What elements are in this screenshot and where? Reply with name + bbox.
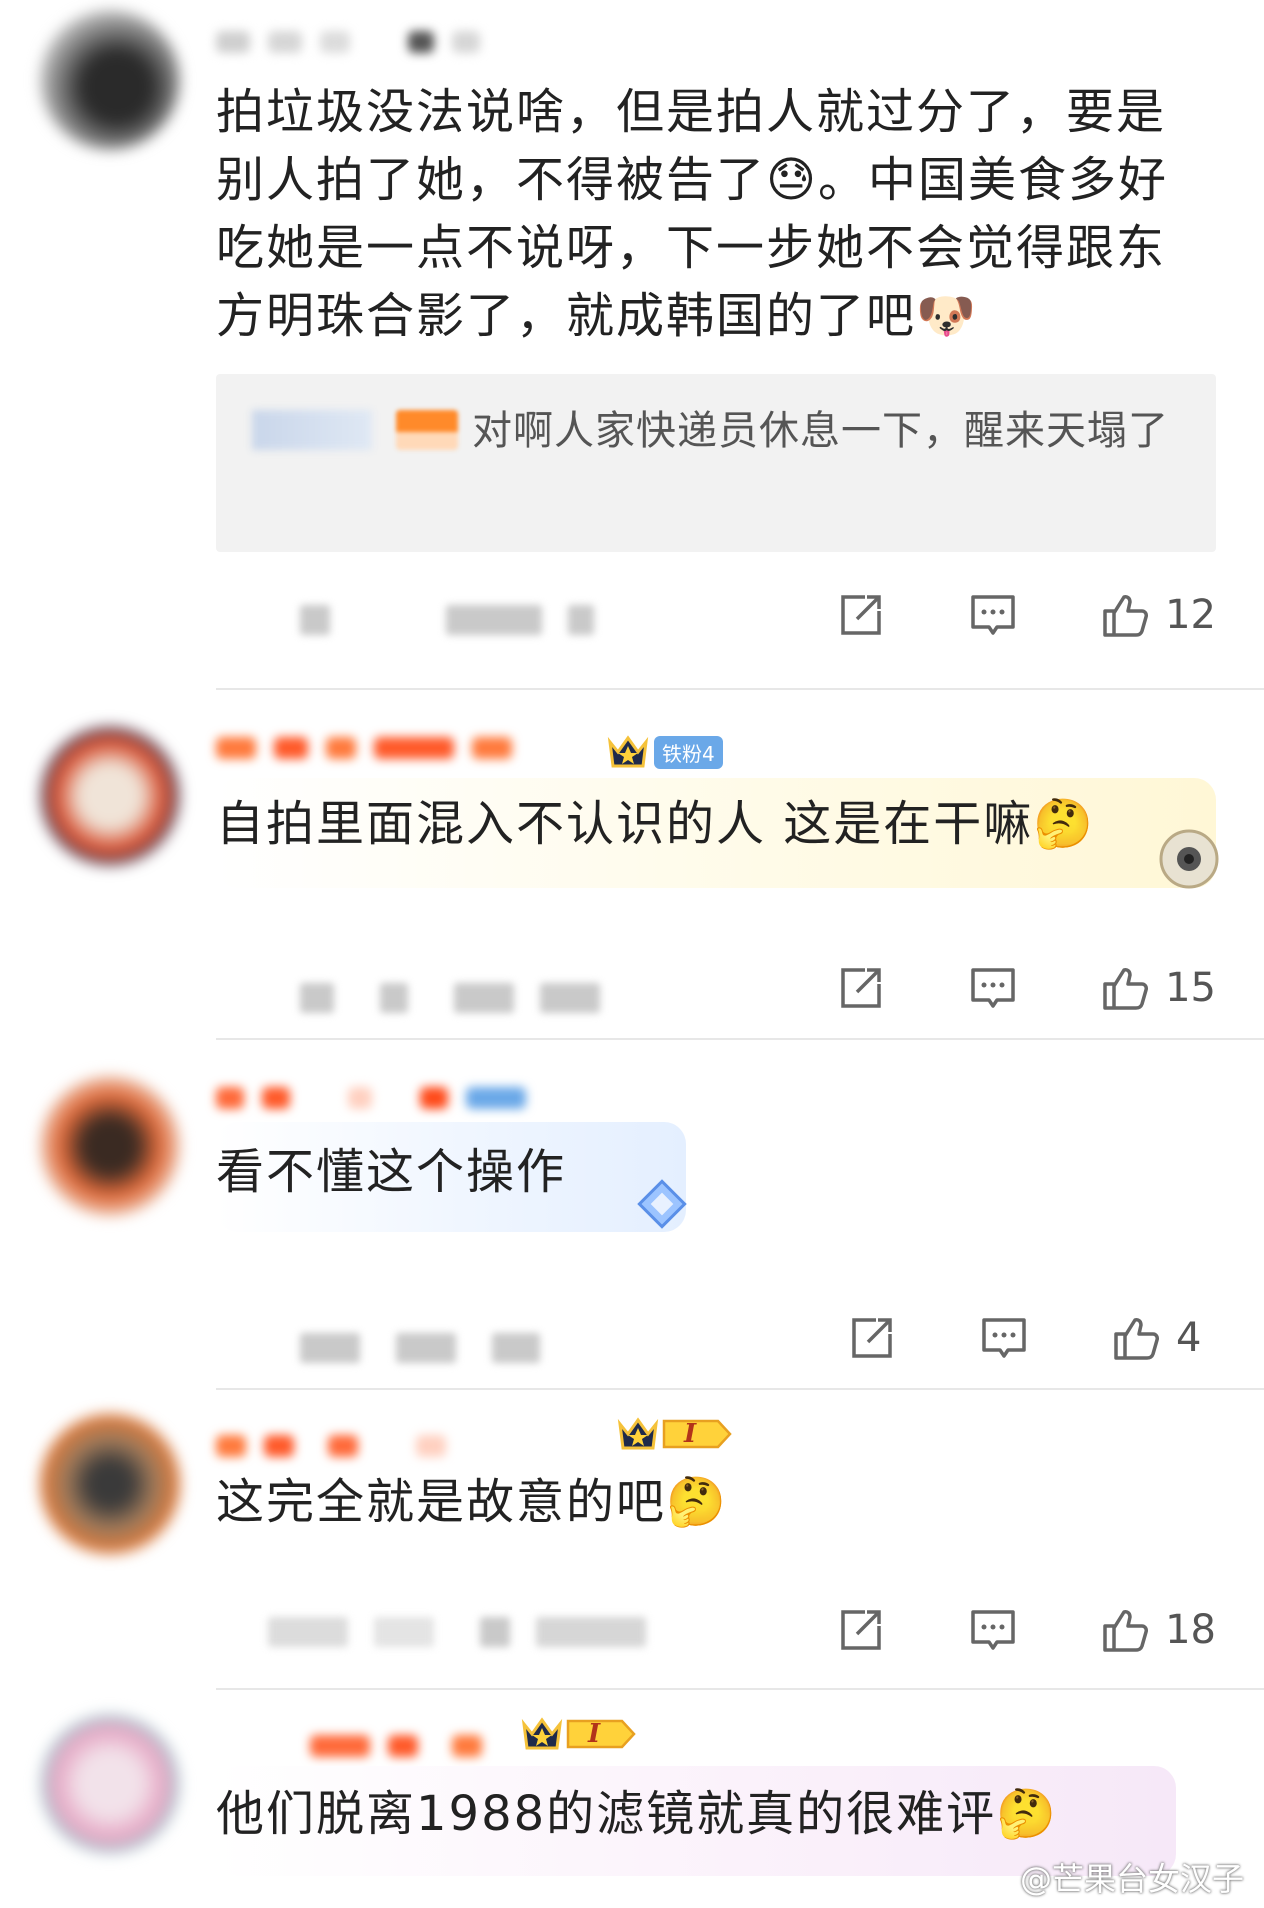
crown-icon (616, 1414, 660, 1454)
comment-meta (268, 1612, 646, 1652)
comment-icon[interactable] (978, 1312, 1030, 1364)
level-badge-text: I (684, 1419, 697, 1449)
reply-preview[interactable]: 对啊人家快递员休息一下，醒来天塌了 (216, 374, 1216, 552)
action-bar: 12 (755, 585, 1216, 645)
compass-decoration-icon (1156, 826, 1222, 892)
level-badge: I (566, 1717, 636, 1751)
username[interactable] (216, 728, 512, 768)
reply-user-badge (396, 410, 458, 450)
thumbs-up-icon[interactable] (1099, 589, 1151, 641)
watermark: @芒果台女汉子 (1019, 1860, 1244, 1898)
comment-text: 他们脱离1988的滤镜就真的很难评🤔 (216, 1780, 1196, 1848)
crown-icon (520, 1714, 564, 1754)
username[interactable] (310, 1726, 482, 1766)
comment-meta (300, 1328, 540, 1368)
like-count: 18 (1165, 1607, 1216, 1653)
avatar[interactable] (40, 1414, 180, 1554)
share-icon[interactable] (835, 962, 887, 1014)
user-badge[interactable]: I (520, 1714, 636, 1754)
crown-icon (606, 732, 650, 772)
like-count: 15 (1165, 965, 1216, 1011)
action-bar: 4 (766, 1308, 1216, 1368)
share-icon[interactable] (835, 1604, 887, 1656)
comment-text-content: 他们脱离1988的滤镜就真的很难评🤔 (216, 1786, 1058, 1842)
comment-text: 看不懂这个操作 (216, 1138, 1196, 1206)
action-bar: 18 (755, 1600, 1216, 1660)
avatar[interactable] (40, 1076, 180, 1216)
reply-content: 对啊人家快递员休息一下，醒来天塌了 (472, 408, 1169, 454)
comment-text-content: 自拍里面混入不认识的人 这是在干嘛🤔 (216, 796, 1096, 852)
comment-item: 拍垃圾没法说啥，但是拍人就过分了，要是别人拍了她，不得被告了😓。中国美食多好吃她… (0, 0, 1264, 690)
reply-username (252, 410, 372, 450)
avatar[interactable] (40, 1714, 180, 1854)
thumbs-up-icon[interactable] (1099, 962, 1151, 1014)
username[interactable] (216, 1078, 526, 1118)
comment-text-content: 这完全就是故意的吧🤔 (216, 1474, 728, 1530)
username[interactable] (216, 22, 480, 62)
comment-meta (300, 600, 594, 640)
avatar[interactable] (40, 726, 180, 866)
comment-text: 拍垃圾没法说啥，但是拍人就过分了，要是别人拍了她，不得被告了😓。中国美食多好吃她… (216, 78, 1196, 350)
thumbs-up-icon[interactable] (1099, 1604, 1151, 1656)
avatar[interactable] (40, 10, 180, 150)
fan-badge: 铁粉4 (654, 735, 723, 769)
level-badge: I (662, 1417, 732, 1451)
like-count: 12 (1165, 592, 1216, 638)
username[interactable] (216, 1426, 446, 1466)
comment-text-content: 拍垃圾没法说啥，但是拍人就过分了，要是别人拍了她，不得被告了😓。中国美食多好吃她… (216, 84, 1169, 344)
share-icon[interactable] (846, 1312, 898, 1364)
user-badge[interactable]: I (616, 1414, 732, 1454)
comment-icon[interactable] (967, 962, 1019, 1014)
comment-text: 自拍里面混入不认识的人 这是在干嘛🤔 (216, 790, 1196, 858)
comment-icon[interactable] (967, 1604, 1019, 1656)
reply-text: 对啊人家快递员休息一下，醒来天塌了 (252, 402, 1182, 460)
share-icon[interactable] (835, 589, 887, 641)
comment-icon[interactable] (967, 589, 1019, 641)
user-badge[interactable]: 铁粉4 (606, 732, 723, 772)
comment-item: I 这完全就是故意的吧🤔 18 (0, 1390, 1264, 1690)
comment-item: 看不懂这个操作 4 (0, 1040, 1264, 1390)
comment-item: 铁粉4 自拍里面混入不认识的人 这是在干嘛🤔 15 (0, 690, 1264, 1040)
action-bar: 15 (755, 958, 1216, 1018)
level-badge-text: I (588, 1719, 601, 1749)
comment-text: 这完全就是故意的吧🤔 (216, 1468, 1196, 1536)
thumbs-up-icon[interactable] (1110, 1312, 1162, 1364)
comment-text-content: 看不懂这个操作 (216, 1144, 567, 1200)
diamond-decoration-icon (630, 1172, 694, 1236)
like-count: 4 (1176, 1315, 1202, 1361)
comment-meta (300, 978, 600, 1018)
